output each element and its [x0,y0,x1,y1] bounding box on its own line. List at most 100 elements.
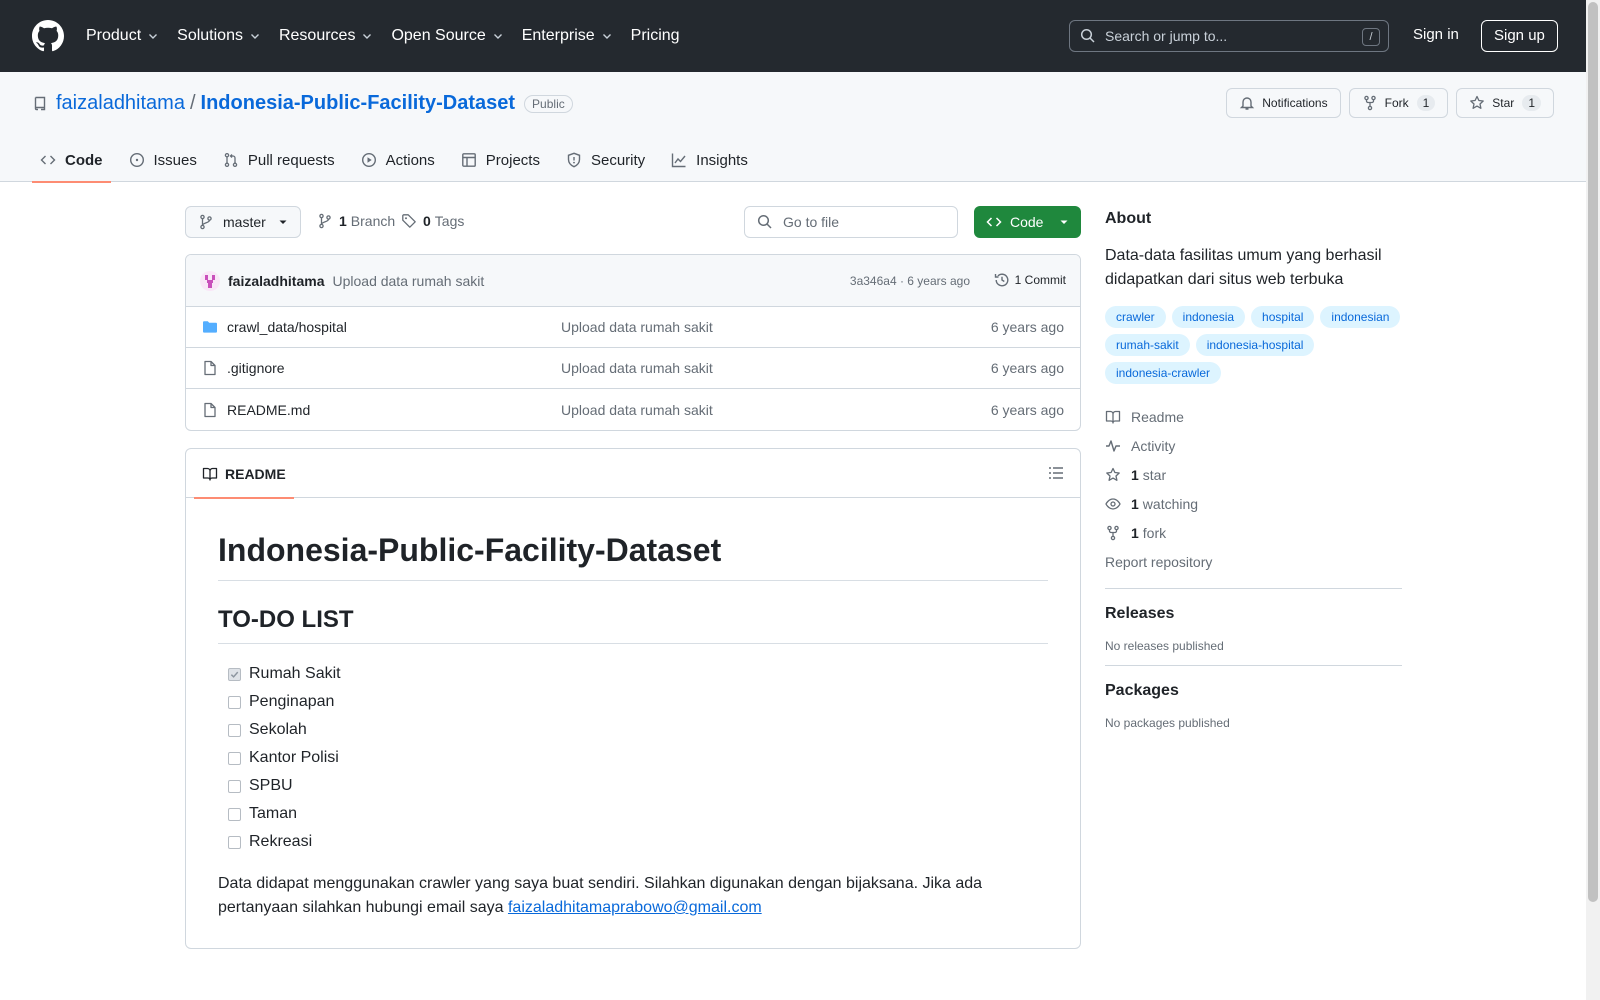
commit-author-link[interactable]: faizaladhitama [228,273,324,289]
topic-tag[interactable]: crawler [1105,306,1166,328]
file-name-link[interactable]: crawl_data/hospital [227,319,347,335]
star-icon [1470,95,1485,109]
check-icon [230,671,239,678]
sign-in-link[interactable]: Sign in [1413,26,1459,43]
tab-actions[interactable]: Actions [353,138,443,182]
branch-count: 1 [339,213,347,229]
tags-link[interactable]: 0 Tags [401,213,464,229]
nav-enterprise[interactable]: Enterprise [522,27,613,45]
shield-icon [567,152,581,168]
tab-projects[interactable]: Projects [453,138,548,182]
topic-tag[interactable]: indonesian [1320,306,1401,328]
chevron-down-icon [363,34,372,39]
github-logo-icon[interactable] [32,20,64,52]
file-time: 6 years ago [990,319,1064,335]
tab-pull-requests[interactable]: Pull requests [215,138,343,182]
play-icon [361,152,376,168]
visibility-badge: Public [524,94,573,113]
readme-link[interactable]: Readme [1105,402,1402,431]
repo-name-link[interactable]: Indonesia-Public-Facility-Dataset [201,92,516,115]
fork-count: 1 [1416,95,1436,111]
tab-issues[interactable]: Issues [121,138,205,182]
notifications-button[interactable]: Notifications [1226,88,1341,118]
star-icon [1106,467,1120,481]
nav-resources[interactable]: Resources [279,27,373,45]
divider [1105,665,1402,666]
file-commit-message[interactable]: Upload data rumah sakit [561,360,713,376]
readme-panel: README Indonesia-Public-Facility-Dataset… [185,448,1081,949]
stars-link[interactable]: 1 star [1105,460,1402,489]
global-header: Product Solutions Resources Open Source … [0,0,1586,72]
identicon-icon [205,274,215,288]
file-commit-message[interactable]: Upload data rumah sakit [561,402,713,418]
commit-history-link[interactable]: 1 Commit [994,272,1066,288]
commit-message-link[interactable]: Upload data rumah sakit [332,273,484,289]
list-item: Taman [228,800,1048,828]
avatar[interactable] [200,270,220,291]
email-link[interactable]: faizaladhitamaprabowo@gmail.com [508,899,762,916]
star-count: 1 [1522,95,1541,111]
history-icon [994,273,1009,287]
table-icon [461,153,476,167]
repo-icon [34,96,46,110]
file-name-link[interactable]: README.md [227,402,310,418]
branch-icon [319,213,331,229]
chevron-down-icon [250,34,259,39]
topic-tag[interactable]: rumah-sakit [1105,334,1190,356]
task-checkbox [228,667,241,681]
repo-owner-link[interactable]: faizaladhitama [56,92,185,115]
sign-up-button[interactable]: Sign up [1481,20,1558,52]
table-row[interactable]: .gitignore Upload data rumah sakit 6 yea… [186,348,1080,389]
global-search-input[interactable]: Search or jump to... / [1069,20,1389,52]
file-name-link[interactable]: .gitignore [227,360,285,376]
nav-product[interactable]: Product [86,27,159,45]
topic-tag[interactable]: indonesia-crawler [1105,362,1222,384]
topic-tag[interactable]: indonesia-hospital [1195,334,1315,356]
packages-title[interactable]: Packages [1105,682,1402,700]
file-toolbar: master 1 Branch 0 Tags Go to file Code [185,206,1081,238]
page-scrollbar[interactable] [1586,0,1600,1000]
search-shortcut-key: / [1362,28,1380,46]
report-repository-link[interactable]: Report repository [1105,547,1402,576]
tab-insights[interactable]: Insights [663,138,756,182]
table-row[interactable]: crawl_data/hospital Upload data rumah sa… [186,307,1080,348]
topic-tag[interactable]: indonesia [1171,306,1246,328]
releases-empty: No releases published [1105,639,1224,653]
issue-icon [129,152,144,168]
nav-open-source[interactable]: Open Source [391,27,503,45]
global-nav: Product Solutions Resources Open Source … [86,27,698,45]
sidebar: About Data-data fasilitas umum yang berh… [1105,210,1402,730]
fork-button[interactable]: Fork 1 [1348,88,1449,118]
tab-security[interactable]: Security [558,138,653,182]
latest-commit-row: faizaladhitama Upload data rumah sakit 3… [186,255,1080,307]
nav-pricing[interactable]: Pricing [631,27,680,45]
code-dropdown-button[interactable]: Code [974,206,1081,238]
releases-title[interactable]: Releases [1105,605,1402,623]
go-to-file-input[interactable]: Go to file [744,206,958,238]
scrollbar-thumb[interactable] [1588,2,1598,902]
readme-tabbar: README [186,449,1080,499]
task-checkbox [228,807,241,821]
folder-icon [203,321,217,333]
list-outline-icon[interactable] [1048,465,1064,481]
commit-sha-time[interactable]: 3a346a4 · 6 years ago [850,274,970,288]
topic-tag[interactable]: hospital [1251,306,1315,328]
search-icon [1080,28,1095,43]
tag-icon [402,214,416,228]
forks-link[interactable]: 1 fork [1105,518,1402,547]
readme-tab[interactable]: README [194,449,294,499]
file-commit-message[interactable]: Upload data rumah sakit [561,319,713,335]
nav-solutions[interactable]: Solutions [177,27,261,45]
watchers-link[interactable]: 1 watching [1105,489,1402,518]
tag-count: 0 [423,213,431,229]
tab-code[interactable]: Code [32,138,111,183]
task-checkbox [228,723,241,737]
branches-link[interactable]: 1 Branch [317,213,395,229]
task-checkbox [228,751,241,765]
activity-link[interactable]: Activity [1105,431,1402,460]
star-button[interactable]: Star 1 [1456,88,1554,118]
pull-request-icon [224,152,238,168]
branch-selector[interactable]: master [185,206,301,238]
table-row[interactable]: README.md Upload data rumah sakit 6 year… [186,389,1080,430]
book-icon [202,467,218,481]
